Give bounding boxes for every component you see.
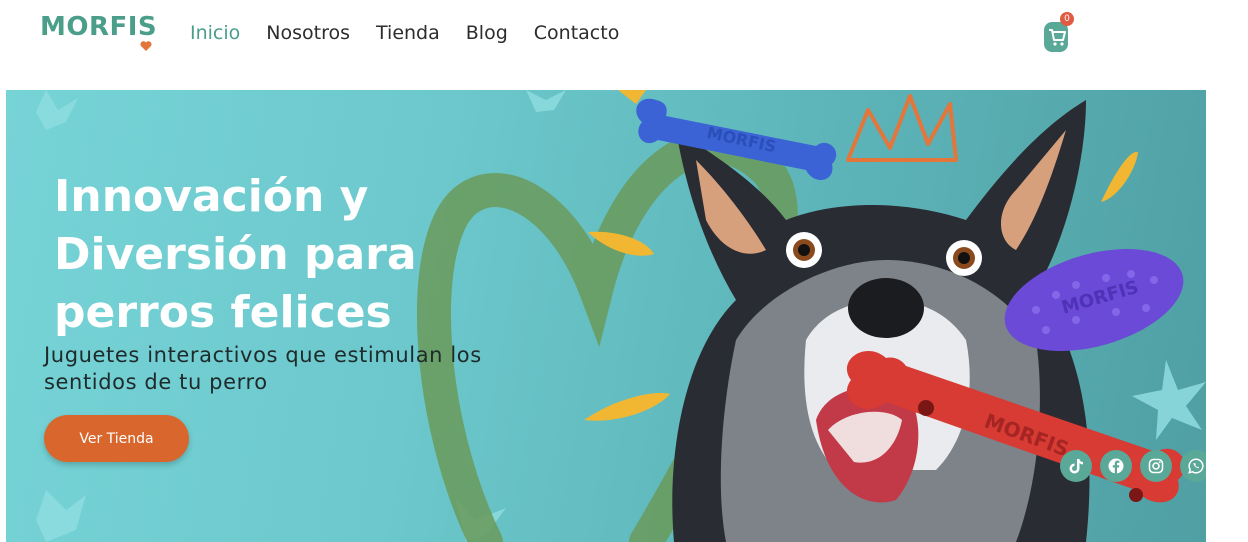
logo-text: MORFIS: [40, 12, 158, 42]
nav-item-blog[interactable]: Blog: [466, 22, 508, 44]
hero-title: Innovación y Diversión para perros felic…: [54, 168, 494, 342]
nav-item-nosotros[interactable]: Nosotros: [266, 22, 350, 44]
hero-banner: MORFIS MORFIS MORFIS Innovación y Divers…: [6, 90, 1206, 542]
main-nav: Inicio Nosotros Tienda Blog Contacto: [190, 22, 619, 44]
whatsapp-link[interactable]: [1180, 450, 1206, 482]
hero-title-line: Diversión para: [54, 229, 417, 280]
site-header: MORFIS Inicio Nosotros Tienda Blog Conta…: [0, 0, 1248, 88]
heart-icon: [140, 41, 152, 51]
hero-title-line: perros felices: [54, 287, 392, 338]
whatsapp-icon: [1188, 458, 1204, 474]
nav-item-inicio[interactable]: Inicio: [190, 22, 240, 44]
cart-count-badge: 0: [1060, 12, 1074, 26]
brand-logo[interactable]: MORFIS: [40, 10, 160, 58]
instagram-icon: [1148, 458, 1164, 474]
facebook-link[interactable]: [1100, 450, 1132, 482]
hero-subtitle: Juguetes interactivos que estimulan los …: [44, 342, 564, 396]
tiktok-link[interactable]: [1060, 450, 1092, 482]
hero-title-line: Innovación y: [54, 171, 369, 222]
hero-subtitle-line: Juguetes interactivos que estimulan los: [44, 343, 482, 367]
ver-tienda-button[interactable]: Ver Tienda: [44, 415, 189, 462]
nav-item-tienda[interactable]: Tienda: [376, 22, 440, 44]
facebook-icon: [1108, 458, 1124, 474]
instagram-link[interactable]: [1140, 450, 1172, 482]
nav-item-contacto[interactable]: Contacto: [534, 22, 620, 44]
tiktok-icon: [1069, 459, 1083, 474]
hero-subtitle-line: sentidos de tu perro: [44, 370, 268, 394]
